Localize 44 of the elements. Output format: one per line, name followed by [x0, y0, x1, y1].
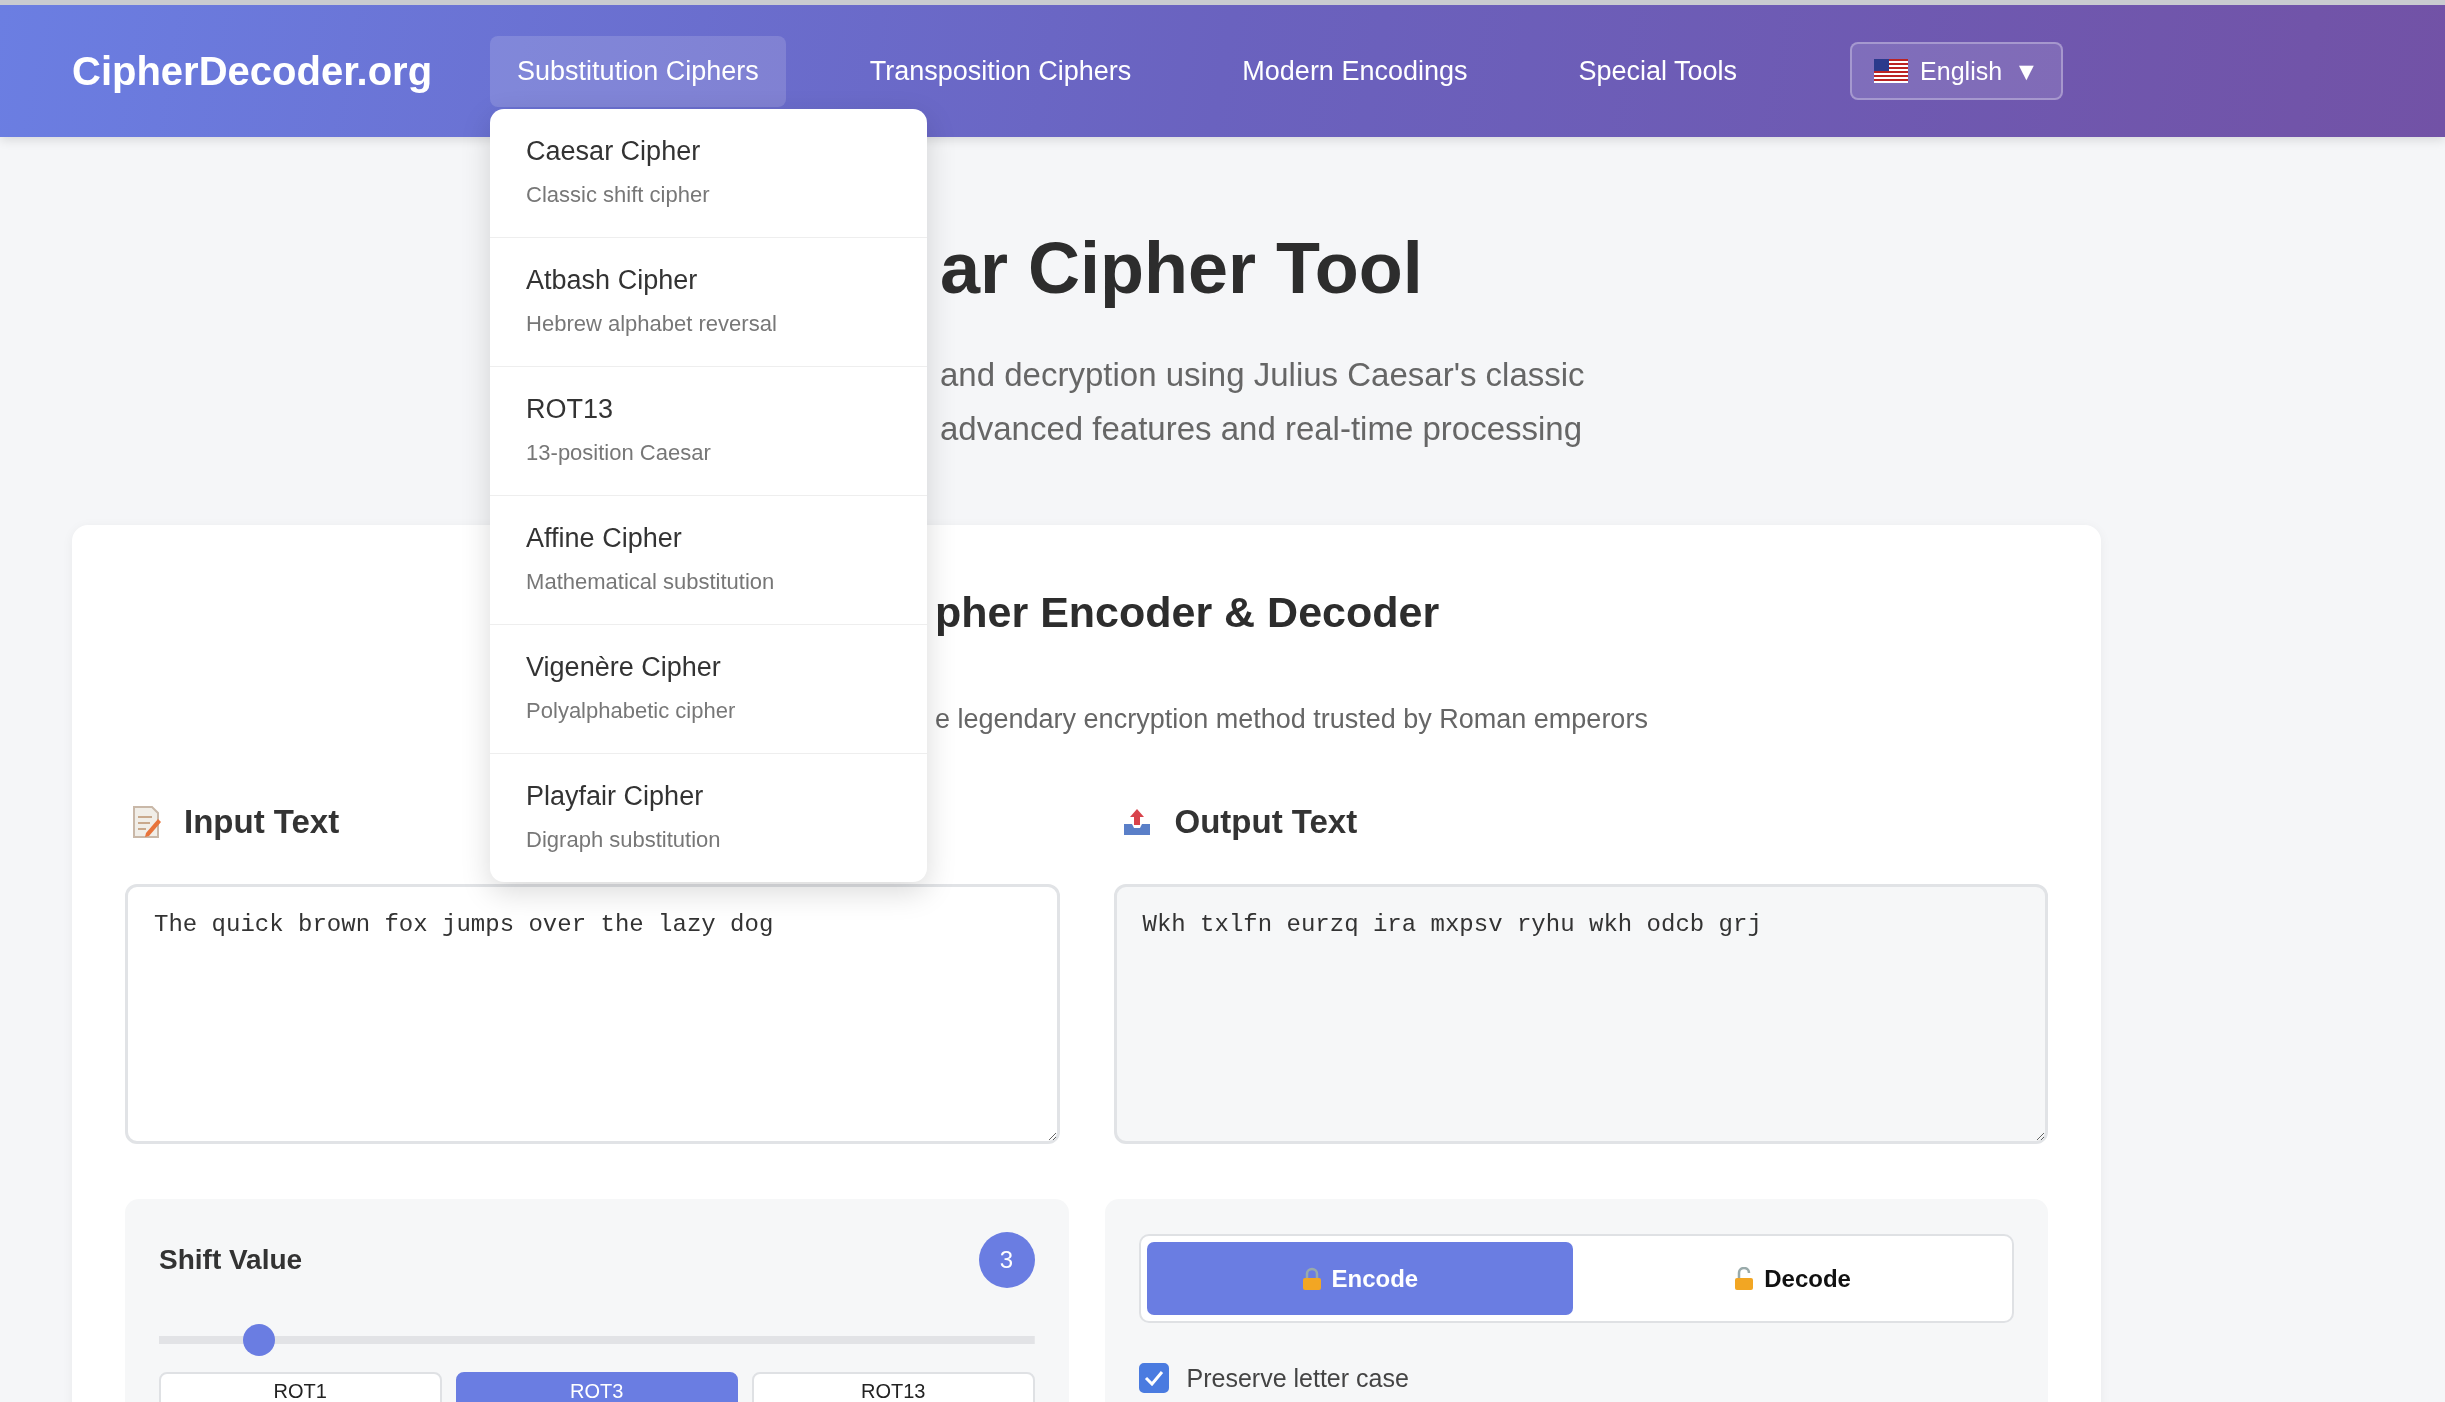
menu-item[interactable]: Atbash Cipher Hebrew alphabet reversal [490, 237, 928, 367]
menu-item-description: Classic shift cipher [526, 180, 711, 209]
menu-item[interactable]: Caesar Cipher Classic shift cipher [490, 108, 928, 238]
menu-item-title: Caesar Cipher [526, 134, 702, 167]
menu-item[interactable]: Playfair Cipher Digraph substitution [490, 753, 928, 882]
slider-thumb[interactable] [243, 1324, 276, 1356]
page-subtitle: and decryption using Julius Caesar's classic [940, 355, 1586, 395]
menu-item[interactable]: ROT13 13-position Caesar [490, 366, 928, 496]
preset-button[interactable]: ROT13 [752, 1372, 1035, 1402]
mode-button[interactable]: Encode [1146, 1242, 1574, 1315]
output-label: Output Text [1174, 803, 1358, 841]
card-heading: pher Encoder & Decoder [935, 587, 1441, 638]
menu-item-title: ROT13 [526, 392, 615, 425]
lock-icon [1301, 1266, 1322, 1291]
memo-icon [132, 805, 162, 839]
menu-item-description: Hebrew alphabet reversal [526, 309, 778, 338]
menu-item-description: 13-position Caesar [526, 438, 712, 467]
menu-item-title: Atbash Cipher [526, 263, 699, 296]
site-logo[interactable]: CipherDecoder.org [72, 48, 433, 94]
page-title: ar Cipher Tool [940, 227, 1424, 310]
menu-item-title: Vigenère Cipher [526, 650, 722, 683]
nav-link[interactable]: Transposition Ciphers [842, 35, 1159, 107]
menu-item-title: Playfair Cipher [526, 779, 705, 812]
preset-button[interactable]: ROT3 [455, 1372, 738, 1402]
preset-button[interactable]: ROT1 [159, 1372, 442, 1402]
menu-item-description: Digraph substitution [526, 825, 722, 854]
check-icon [1143, 1370, 1164, 1386]
language-selector[interactable]: English ▼ [1850, 42, 2063, 100]
menu-item-title: Affine Cipher [526, 521, 683, 554]
nav-link[interactable]: Special Tools [1551, 35, 1765, 107]
input-label: Input Text [184, 803, 340, 841]
nav-link[interactable]: Modern Encodings [1215, 35, 1495, 107]
menu-item-description: Polyalphabetic cipher [526, 696, 737, 725]
checkbox-label: Preserve letter case [1186, 1363, 1409, 1393]
menu-item-description: Mathematical substitution [526, 567, 776, 596]
output-textarea[interactable]: Wkh txlfn eurzq ira mxpsv ryhu wkh odcb grj [1113, 884, 2048, 1144]
unlocked-lock-icon [1734, 1266, 1755, 1291]
checkbox[interactable] [1138, 1363, 1169, 1393]
input-textarea[interactable]: The quick brown fox jumps over the lazy dog [125, 884, 1060, 1144]
flag-icon [1874, 59, 1909, 83]
shift-label: Shift Value [159, 1244, 303, 1276]
shift-value-badge: 3 [978, 1232, 1035, 1288]
card-description: e legendary encryption method trusted by Roman emperors [935, 703, 1649, 736]
page-subtitle: advanced features and real-time processing [940, 409, 1584, 449]
